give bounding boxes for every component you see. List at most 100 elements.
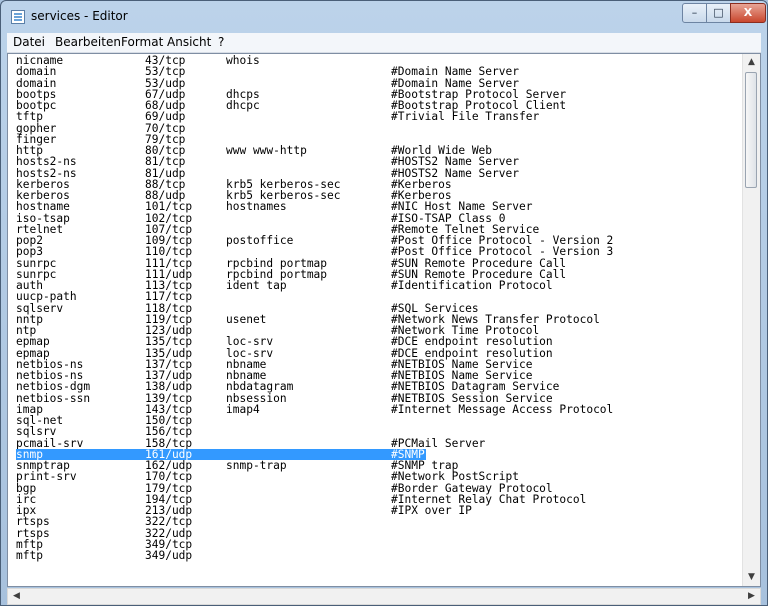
text-line[interactable]: ntp 123/udp #Network Time Protocol — [16, 325, 752, 337]
text-line[interactable]: epmap 135/udp loc-srv #DCE endpoint resolut… — [16, 347, 752, 359]
text-line[interactable]: nicname 43/tcp whois — [16, 55, 752, 66]
port-protocol: 322/tcp — [145, 515, 193, 529]
text-line[interactable]: mftp 349/udp — [16, 549, 752, 562]
text-line[interactable]: domain 53/udp #Domain Name Server — [16, 77, 752, 89]
service-name: hostname — [16, 200, 70, 214]
comment: #Domain Name Server — [391, 65, 519, 79]
text-line[interactable]: rtsps 322/udp — [16, 527, 752, 539]
aliases: nbdatagram — [226, 380, 294, 394]
text-line[interactable]: bgp 179/tcp #Border Gateway Protocol — [16, 482, 752, 494]
text-line[interactable]: netbios-ssn 139/tcp nbsession #NETBIOS Sess… — [16, 392, 752, 404]
selection-highlight — [16, 448, 426, 460]
text-line[interactable]: uucp-path 117/tcp — [16, 290, 752, 304]
text-line[interactable]: ipx 213/udp #IPX over IP — [16, 504, 752, 517]
comment: #Identification Protocol — [391, 279, 553, 292]
text-line[interactable]: imap 143/tcp imap4 #Internet Message Access… — [16, 402, 752, 416]
port-protocol: 135/tcp — [145, 335, 193, 349]
comment: #Trivial File Transfer — [391, 110, 540, 124]
text-line[interactable]: hosts2-ns 81/tcp #HOSTS2 Name Server — [16, 155, 752, 169]
maximize-button[interactable]: □ — [706, 3, 731, 23]
menu-ansicht[interactable]: Ansicht — [167, 35, 211, 49]
editor-window: services - Editor – □ X Datei Bearbeiten… — [0, 0, 768, 606]
title-bar[interactable]: services - Editor – □ X — [1, 1, 767, 33]
text-line[interactable]: iso-tsap 102/tcp #ISO-TSAP Class 0 — [16, 212, 752, 224]
aliases: www www-http — [226, 144, 307, 157]
comment: #DCE endpoint resolution — [391, 335, 553, 349]
text-line[interactable]: netbios-dgm 138/udp nbdatagram #NETBIOS Dat… — [16, 380, 752, 394]
port-protocol: 53/tcp — [145, 65, 186, 79]
aliases: hostnames — [226, 200, 287, 214]
menu-help[interactable]: ? — [218, 35, 224, 49]
text-line[interactable]: finger 79/tcp — [16, 133, 752, 145]
text-line[interactable]: print-srv 170/tcp #Network PostScript — [16, 470, 752, 484]
text-line[interactable]: gopher 70/tcp — [16, 122, 752, 134]
text-line[interactable]: sqlserv 118/tcp #SQL Services — [16, 302, 752, 314]
service-name: domain — [16, 65, 57, 79]
scroll-down-icon[interactable]: ▼ — [743, 569, 760, 586]
text-line[interactable]: irc 194/tcp #Internet Relay Chat Protocol — [16, 493, 752, 505]
service-name: sqlsrv — [16, 425, 57, 439]
vertical-scrollbar[interactable]: ▲ ▼ — [742, 54, 760, 586]
text-line[interactable]: tftp 69/udp #Trivial File Transfer — [16, 110, 752, 124]
close-button[interactable]: X — [730, 3, 766, 23]
scroll-left-icon[interactable]: ◀ — [8, 589, 25, 604]
text-line[interactable]: netbios-ns 137/tcp nbname #NETBIOS Name Ser… — [16, 358, 752, 370]
text-line[interactable]: snmptrap 162/udp snmp-trap #SNMP trap — [16, 459, 752, 472]
text-line[interactable]: sunrpc 111/tcp rpcbind portmap #SUN Remote … — [16, 257, 752, 269]
text-line[interactable]: sqlsrv 156/tcp — [16, 425, 752, 439]
service-name: rtsps — [16, 515, 50, 529]
vertical-scroll-thumb[interactable] — [745, 72, 757, 188]
text-editor[interactable]: nicname 43/tcp whois domain 53/tcp #Domain Na… — [7, 53, 761, 587]
text-line[interactable]: kerberos 88/udp krb5 kerberos-sec #Kerberos — [16, 190, 752, 202]
port-protocol: 138/udp — [145, 380, 193, 394]
scroll-up-icon[interactable]: ▲ — [743, 54, 760, 71]
comment: #NETBIOS Datagram Service — [391, 380, 560, 394]
text-line[interactable]: domain 53/tcp #Domain Name Server — [16, 65, 752, 79]
menu-format[interactable]: Format — [121, 35, 163, 49]
text-line[interactable]: rtelnet 107/tcp #Remote Telnet Service — [16, 223, 752, 235]
horizontal-scrollbar[interactable]: ◀ ▶ — [7, 588, 761, 605]
comment: #Network PostScript — [391, 470, 519, 484]
text-line[interactable]: sunrpc 111/udp rpcbind portmap #SUN Remote … — [16, 268, 752, 280]
service-name: netbios-dgm — [16, 380, 91, 394]
text-line[interactable]: nntp 119/tcp usenet #Network News Transfer … — [16, 313, 752, 325]
text-line[interactable]: netbios-ns 137/udp nbname #NETBIOS Name Ser… — [16, 370, 752, 382]
aliases: snmp-trap — [226, 459, 287, 472]
text-line[interactable]: hosts2-ns 81/udp #HOSTS2 Name Server — [16, 167, 752, 179]
text-line[interactable]: epmap 135/tcp loc-srv #DCE endpoint resolut… — [16, 335, 752, 349]
text-line[interactable]: rtsps 322/tcp — [16, 515, 752, 529]
editor-lines[interactable]: nicname 43/tcp whois domain 53/tcp #Domain Na… — [16, 55, 752, 585]
port-protocol: 170/tcp — [145, 470, 193, 484]
scroll-right-icon[interactable]: ▶ — [743, 589, 760, 604]
comment: #NIC Host Name Server — [391, 200, 533, 214]
text-line[interactable]: http 80/tcp www www-http #World Wide Web — [16, 144, 752, 157]
text-line[interactable]: pop3 110/tcp #Post Office Protocol - Versi… — [16, 245, 752, 259]
aliases: imap4 — [226, 402, 260, 416]
comment: #Post Office Protocol - Version 3 — [391, 245, 614, 259]
text-line[interactable]: bootpc 68/udp dhcpc #Bootstrap Protocol Cli… — [16, 100, 752, 112]
port-protocol: 101/tcp — [145, 200, 193, 214]
menu-bearbeiten[interactable]: Bearbeiten — [55, 35, 121, 49]
port-protocol: 117/tcp — [145, 290, 193, 304]
port-protocol: 110/tcp — [145, 245, 193, 259]
text-line[interactable]: kerberos 88/tcp krb5 kerberos-sec #Kerberos — [16, 178, 752, 190]
menu-datei[interactable]: Datei — [13, 35, 45, 49]
text-line[interactable]: auth 113/tcp ident tap #Identification Prot… — [16, 279, 752, 292]
text-line[interactable]: pop2 109/tcp postoffice #Post Office Protoc… — [16, 234, 752, 247]
text-line[interactable]: bootps 67/udp dhcps #Bootstrap Protocol Ser… — [16, 88, 752, 100]
window-title: services - Editor — [31, 9, 128, 23]
aliases: whois — [226, 55, 260, 67]
aliases: ident tap — [226, 279, 287, 292]
text-line[interactable]: pcmail-srv 158/tcp #PCMail Server — [16, 437, 752, 449]
comment: #HOSTS2 Name Server — [391, 155, 519, 169]
comment: #IPX over IP — [391, 504, 472, 517]
text-line[interactable]: sql-net 150/tcp — [16, 415, 752, 427]
minimize-button[interactable]: – — [682, 3, 707, 23]
aliases: postoffice — [226, 234, 294, 247]
service-name: print-srv — [16, 470, 77, 484]
selected-line[interactable]: snmp 161/udp #SNMP — [16, 448, 752, 460]
text-line[interactable]: mftp 349/tcp — [16, 538, 752, 550]
service-name: uucp-path — [16, 290, 77, 304]
text-line[interactable]: hostname 101/tcp hostnames #NIC Host Name S… — [16, 200, 752, 214]
port-protocol: 349/udp — [145, 549, 193, 562]
